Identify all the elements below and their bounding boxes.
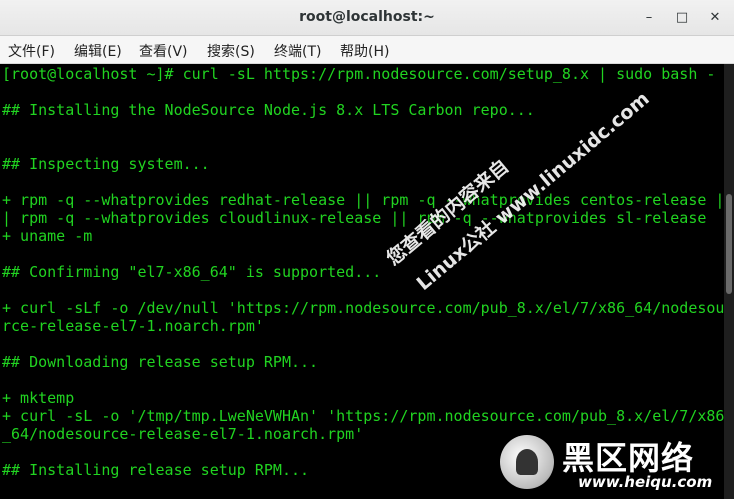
close-icon[interactable]: ✕ — [706, 9, 724, 27]
menu-help[interactable]: 帮助(H) — [340, 41, 389, 61]
terminal-line: [root@localhost ~]# curl -sL https://rpm… — [2, 65, 716, 83]
mushroom-logo-icon — [500, 435, 554, 489]
menu-terminal[interactable]: 终端(T) — [274, 41, 321, 61]
terminal-line: + rpm -q --whatprovides redhat-release |… — [2, 191, 724, 209]
terminal-line: ## Confirming "el7-x86_64" is supported.… — [2, 263, 382, 281]
terminal-line: _64/nodesource-release-el7-1.noarch.rpm' — [2, 425, 364, 443]
menu-file[interactable]: 文件(F) — [8, 41, 55, 61]
site-logo: 黑区网络 www.heiqu.com — [500, 433, 730, 495]
terminal-line: + mktemp — [2, 389, 75, 407]
terminal-line: ## Inspecting system... — [2, 155, 210, 173]
terminal-line: ## Downloading release setup RPM... — [2, 353, 319, 371]
menu-view[interactable]: 查看(V) — [139, 41, 188, 61]
menu-bar: 文件(F) 编辑(E) 查看(V) 搜索(S) 终端(T) 帮助(H) — [0, 36, 734, 64]
title-bar[interactable]: root@localhost:~ – □ ✕ — [0, 0, 734, 36]
menu-edit[interactable]: 编辑(E) — [74, 41, 122, 61]
terminal-line: ## Installing the NodeSource Node.js 8.x… — [2, 101, 535, 119]
menu-search[interactable]: 搜索(S) — [207, 41, 255, 61]
window-title: root@localhost:~ — [299, 9, 435, 25]
terminal-line: + uname -m — [2, 227, 93, 245]
terminal-line: ## Installing release setup RPM... — [2, 461, 310, 479]
logo-url: www.heiqu.com — [578, 473, 713, 491]
scrollbar-thumb[interactable] — [726, 194, 732, 294]
minimize-icon[interactable]: – — [640, 9, 658, 27]
maximize-icon[interactable]: □ — [673, 9, 691, 27]
terminal-line: rce-release-el7-1.noarch.rpm' — [2, 317, 264, 335]
terminal-line: | rpm -q --whatprovides cloudlinux-relea… — [2, 209, 707, 227]
terminal-line: + curl -sL -o '/tmp/tmp.LweNeVWHAn' 'htt… — [2, 407, 724, 425]
terminal-line: + curl -sLf -o /dev/null 'https://rpm.no… — [2, 299, 724, 317]
